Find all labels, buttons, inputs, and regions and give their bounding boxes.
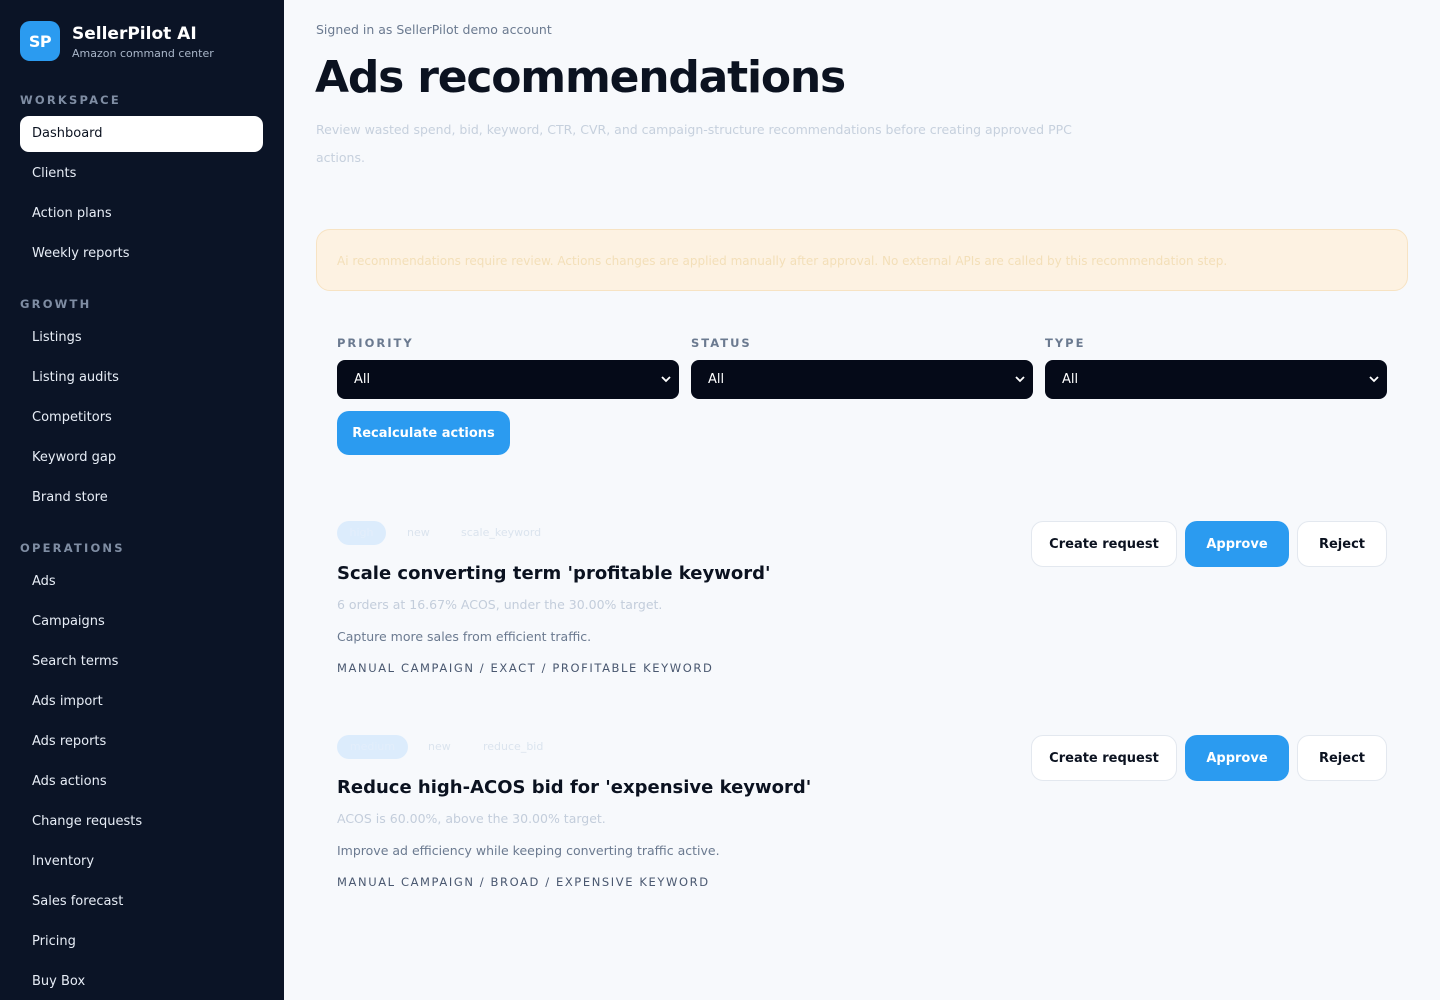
approve-button[interactable]: Approve — [1185, 735, 1289, 781]
sidebar-item-pricing[interactable]: Pricing — [20, 924, 263, 960]
status-tag: new — [407, 526, 430, 539]
main-content: Signed in as SellerPilot demo account Ad… — [284, 0, 1440, 1000]
nav-section-workspace: WORKSPACE Dashboard Clients Action plans… — [20, 90, 263, 276]
chevron-down-icon — [661, 360, 671, 415]
sidebar-item-campaigns[interactable]: Campaigns — [20, 604, 263, 640]
sidebar-item-change-requests[interactable]: Change requests — [20, 804, 263, 840]
recommendation-metric: 6 orders at 16.67% ACOS, under the 30.00… — [337, 597, 663, 612]
create-request-button[interactable]: Create request — [1031, 735, 1177, 781]
type-tag: reduce_bid — [483, 740, 544, 753]
sidebar-item-listing-audits[interactable]: Listing audits — [20, 360, 263, 396]
recommendation-metric: ACOS is 60.00%, above the 30.00% target. — [337, 811, 606, 826]
sidebar-item-keyword-gap[interactable]: Keyword gap — [20, 440, 263, 476]
nav-section-operations: OPERATIONS Ads Campaigns Search terms Ad… — [20, 538, 263, 1000]
sidebar-item-buy-box[interactable]: Buy Box — [20, 964, 263, 1000]
recommendation-path: MANUAL CAMPAIGN / EXACT / PROFITABLE KEY… — [337, 661, 714, 675]
priority-select[interactable]: All — [337, 360, 679, 399]
recalculate-actions-button[interactable]: Recalculate actions — [337, 411, 510, 455]
recommendation-goal: Capture more sales from efficient traffi… — [337, 629, 592, 644]
filter-status: STATUS All — [691, 336, 1033, 399]
sidebar-item-listings[interactable]: Listings — [20, 320, 263, 356]
sidebar-item-ads-import[interactable]: Ads import — [20, 684, 263, 720]
sidebar-item-ads-actions[interactable]: Ads actions — [20, 764, 263, 800]
select-value: All — [708, 372, 725, 387]
sidebar-item-weekly-reports[interactable]: Weekly reports — [20, 236, 263, 272]
reject-button[interactable]: Reject — [1297, 735, 1387, 781]
sidebar-item-sales-forecast[interactable]: Sales forecast — [20, 884, 263, 920]
recommendation-title: Scale converting term 'profitable keywor… — [337, 563, 771, 584]
chevron-down-icon — [1015, 360, 1025, 415]
reject-button[interactable]: Reject — [1297, 521, 1387, 567]
nav-heading: GROWTH — [20, 297, 92, 311]
priority-badge: medium — [337, 735, 408, 759]
recommendation-card: high new scale_keyword Scale converting … — [337, 521, 1387, 677]
sidebar: SP SellerPilot AI Amazon command center … — [0, 0, 284, 1000]
type-select[interactable]: All — [1045, 360, 1387, 399]
create-request-button[interactable]: Create request — [1031, 521, 1177, 567]
filter-label: TYPE — [1045, 336, 1086, 350]
brand-logo: SP — [20, 21, 60, 61]
nav-heading: WORKSPACE — [20, 93, 121, 107]
recommendation-actions: Create request Approve Reject — [1031, 521, 1387, 567]
filter-type: TYPE All — [1045, 336, 1387, 399]
type-tag: scale_keyword — [461, 526, 542, 539]
select-value: All — [1062, 372, 1079, 387]
sidebar-item-dashboard[interactable]: Dashboard — [20, 116, 263, 152]
sidebar-item-search-terms[interactable]: Search terms — [20, 644, 263, 680]
signed-in-text: Signed in as SellerPilot demo account — [316, 22, 552, 37]
sidebar-item-action-plans[interactable]: Action plans — [20, 196, 263, 232]
recommendation-actions: Create request Approve Reject — [1031, 735, 1387, 781]
sidebar-item-ads[interactable]: Ads — [20, 564, 263, 600]
priority-badge: high — [337, 521, 386, 545]
status-select[interactable]: All — [691, 360, 1033, 399]
brand-tagline: Amazon command center — [72, 46, 214, 60]
brand[interactable]: SP SellerPilot AI Amazon command center — [20, 21, 214, 61]
review-warning-banner: Ai recommendations require review. Actio… — [316, 229, 1408, 291]
sidebar-item-brand-store[interactable]: Brand store — [20, 480, 263, 516]
nav-section-growth: GROWTH Listings Listing audits Competito… — [20, 294, 263, 520]
sidebar-item-inventory[interactable]: Inventory — [20, 844, 263, 880]
filter-label: PRIORITY — [337, 336, 414, 350]
nav-heading: OPERATIONS — [20, 541, 125, 555]
chevron-down-icon — [1369, 360, 1379, 415]
recommendation-title: Reduce high-ACOS bid for 'expensive keyw… — [337, 777, 812, 798]
page-description: Review wasted spend, bid, keyword, CTR, … — [316, 122, 1072, 165]
recommendation-path: MANUAL CAMPAIGN / BROAD / EXPENSIVE KEYW… — [337, 875, 710, 889]
recommendation-goal: Improve ad efficiency while keeping conv… — [337, 843, 720, 858]
sidebar-item-competitors[interactable]: Competitors — [20, 400, 263, 436]
brand-name: SellerPilot AI — [72, 23, 197, 44]
status-tag: new — [428, 740, 451, 753]
select-value: All — [354, 372, 371, 387]
sidebar-item-clients[interactable]: Clients — [20, 156, 263, 192]
recommendation-card: medium new reduce_bid Reduce high-ACOS b… — [337, 735, 1387, 891]
filter-priority: PRIORITY All — [337, 336, 679, 399]
page-title: Ads recommendations — [315, 52, 846, 103]
approve-button[interactable]: Approve — [1185, 521, 1289, 567]
sidebar-item-ads-reports[interactable]: Ads reports — [20, 724, 263, 760]
filter-label: STATUS — [691, 336, 752, 350]
